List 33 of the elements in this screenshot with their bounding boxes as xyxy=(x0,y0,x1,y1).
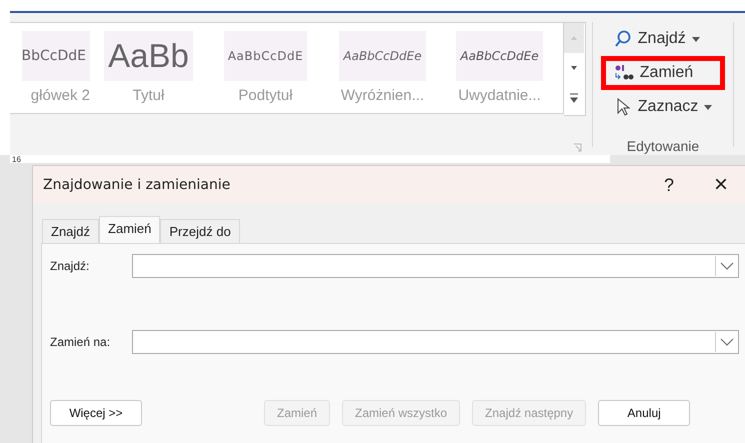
style-label: Tytuł xyxy=(132,87,164,104)
search-icon xyxy=(614,30,632,48)
dialog-title: Znajdowanie i zamienianie xyxy=(43,177,232,193)
field-label: Znajdź: xyxy=(50,259,90,273)
style-label: Podtytuł xyxy=(238,87,293,104)
group-label: Edytowanie xyxy=(626,138,700,154)
dialog-button[interactable]: Anuluj xyxy=(598,400,690,426)
field-label: Zamień na: xyxy=(50,335,112,349)
dialog-launcher-icon[interactable] xyxy=(573,143,582,152)
style-label: Uwydatnie... xyxy=(458,87,541,104)
style-preview[interactable]: AaBb xyxy=(104,31,193,81)
tab[interactable]: Przejdź do xyxy=(160,219,240,243)
style-preview[interactable]: BbCcDdE xyxy=(22,31,90,81)
caret-icon xyxy=(692,36,700,42)
dialog-button[interactable]: Więcej >> xyxy=(50,400,142,426)
style-preview[interactable]: AaBbCcDdE xyxy=(224,31,308,81)
caret-icon xyxy=(704,104,712,110)
combo-field[interactable] xyxy=(132,254,739,278)
style-preview[interactable]: AaBbCcDdEe xyxy=(339,31,426,81)
style-label: główek 2 xyxy=(30,87,90,104)
close-button[interactable]: × xyxy=(701,170,741,200)
select-button[interactable]: Zaznacz xyxy=(600,90,726,124)
help-button[interactable]: ? xyxy=(649,174,689,196)
ruler-number: 16 xyxy=(12,155,21,164)
style-label: Wyróżnien... xyxy=(340,87,424,104)
tab[interactable]: Znajdź xyxy=(42,219,100,243)
tab[interactable]: Zamień xyxy=(99,216,160,243)
replace-icon xyxy=(614,64,634,82)
combo-field[interactable] xyxy=(132,330,739,354)
find-button[interactable]: Znajdź xyxy=(600,22,726,56)
scroll-up-icon[interactable] xyxy=(564,23,584,53)
replace-button[interactable]: Zamień xyxy=(600,56,726,90)
style-preview[interactable]: AaBbCcDdEe xyxy=(456,31,543,81)
